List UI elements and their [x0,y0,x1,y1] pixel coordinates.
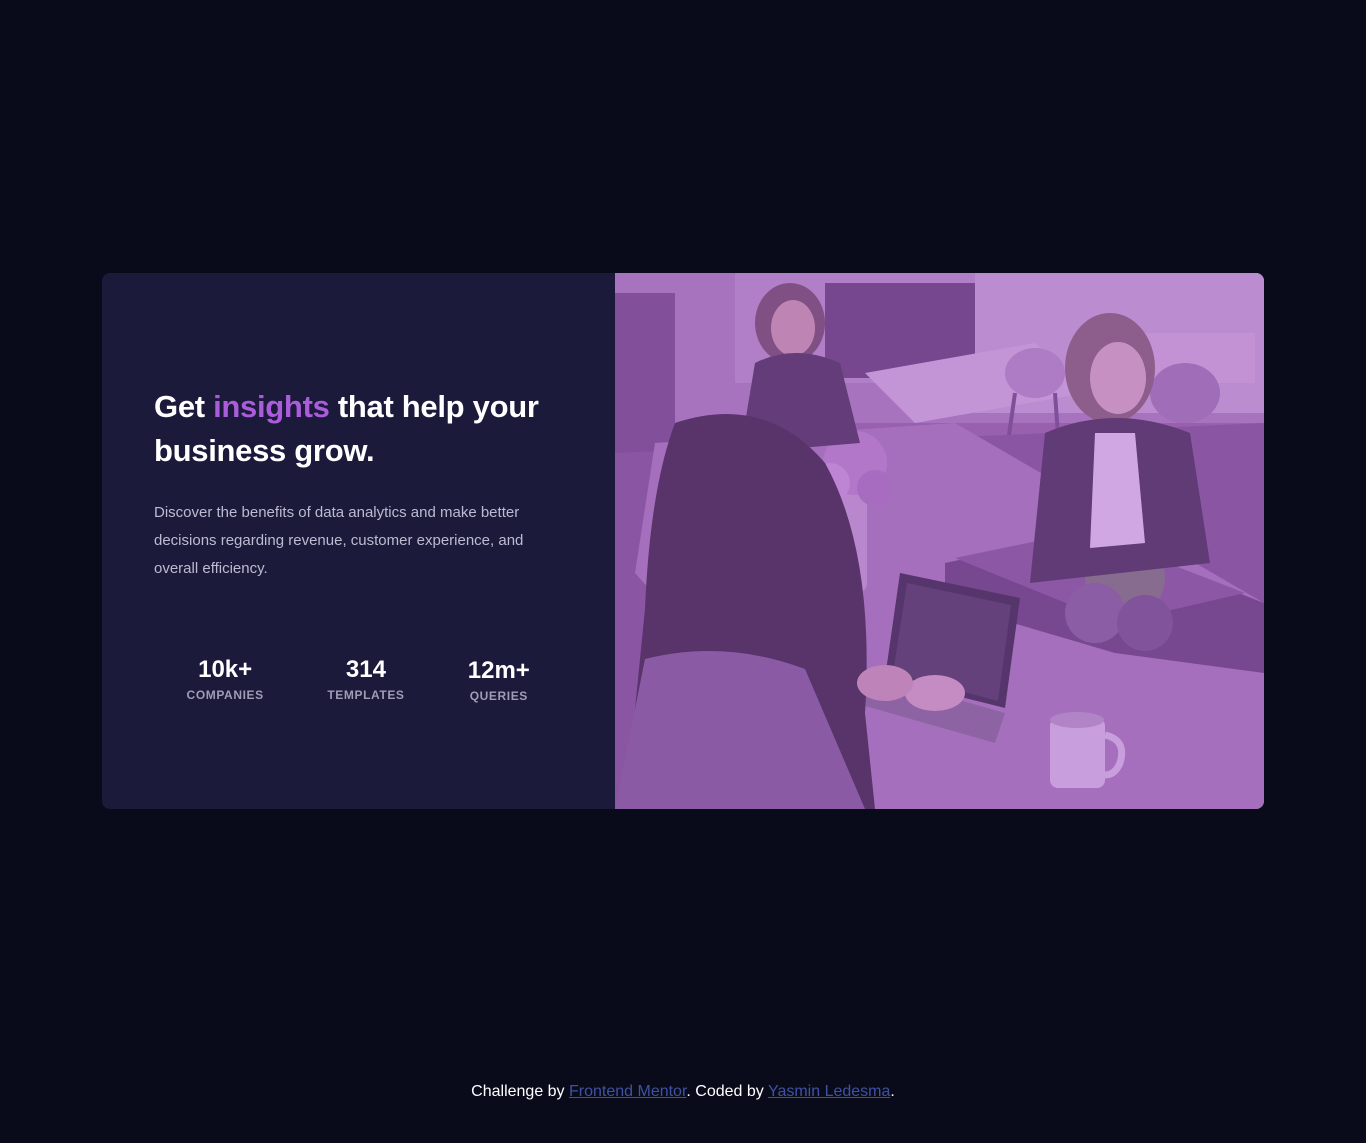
stats-row: 10k+ COMPANIES 314 TEMPLATES 12m+ QUERIE… [154,653,562,704]
office-photo-illustration [615,273,1264,809]
footer-prefix: Challenge by [471,1083,569,1100]
description: Discover the benefits of data analytics … [154,504,524,577]
headline-prefix: Get [154,389,214,424]
stat-label: QUERIES [469,689,528,703]
office-photo [615,273,1264,809]
stat-value: 314 [345,656,386,683]
footer-suffix: . [890,1083,895,1100]
stat-label: COMPANIES [186,688,264,702]
footer-middle: . Coded by [686,1083,768,1100]
page: Get insights that help your business gro… [0,0,1366,1143]
stat-value: 10k+ [198,656,253,683]
author-link[interactable]: Yasmin Ledesma [768,1083,890,1100]
stat-templates: 314 TEMPLATES [296,653,435,704]
frontend-mentor-link[interactable]: Frontend Mentor [569,1083,686,1100]
stats-preview-card: Get insights that help your business gro… [102,273,1264,809]
stat-queries: 12m+ QUERIES [436,653,562,704]
card-content: Get insights that help your business gro… [102,273,615,809]
attribution-footer: Challenge by Frontend Mentor. Coded by Y… [0,1082,1366,1102]
stat-companies: 10k+ COMPANIES [154,653,296,704]
headline: Get insights that help your business gro… [154,385,574,473]
headline-accent: insights [213,389,330,424]
stat-label: TEMPLATES [327,688,405,702]
stat-value: 12m+ [467,657,530,684]
